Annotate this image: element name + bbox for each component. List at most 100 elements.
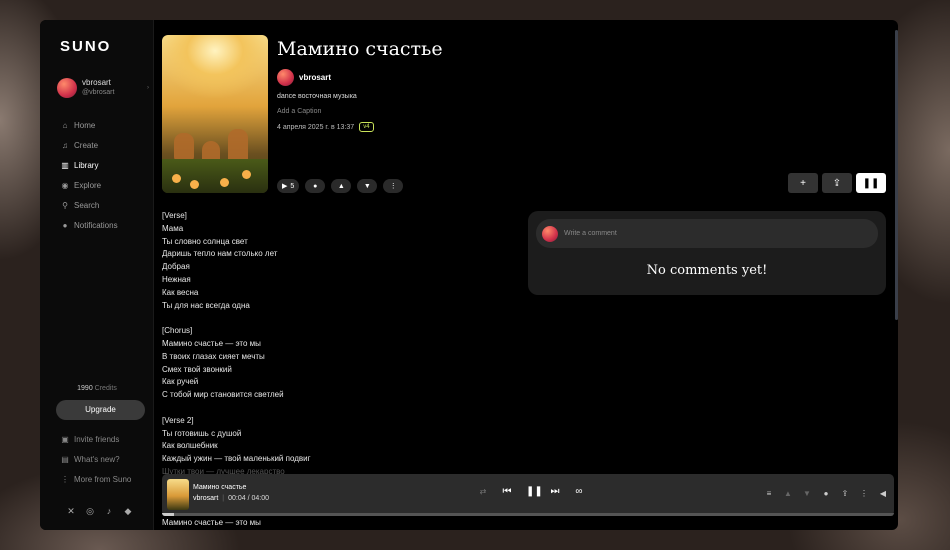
- sidebar-item-label: Create: [74, 140, 99, 150]
- more-vertical-icon: ⋮: [61, 474, 69, 484]
- queue-icon[interactable]: ≡: [764, 489, 774, 498]
- more-from-suno-link[interactable]: ⋮ More from Suno: [60, 469, 131, 489]
- cover-detail: [242, 170, 251, 179]
- divider: |: [222, 495, 225, 502]
- library-icon: ▥: [61, 160, 69, 170]
- pause-icon[interactable]: ❚❚: [526, 486, 543, 497]
- comment-icon[interactable]: ●: [821, 489, 831, 498]
- user-handle: @vbrosart: [82, 89, 115, 96]
- share-icon[interactable]: ⇪: [840, 489, 850, 498]
- lyric-line: [162, 402, 462, 415]
- home-icon: ⌂: [62, 120, 68, 130]
- cover-detail: [172, 174, 181, 183]
- pause-button[interactable]: ❚❚: [856, 173, 886, 193]
- sidebar-item-label: More from Suno: [74, 474, 132, 484]
- previous-track-icon[interactable]: ⏮: [502, 486, 512, 497]
- sidebar-item-search[interactable]: ⚲ Search: [60, 195, 118, 215]
- lyric-line: Ты словно солнца свет: [162, 236, 248, 246]
- song-cover-image[interactable]: [162, 35, 268, 193]
- player-artist[interactable]: vbrosart: [193, 495, 218, 502]
- repeat-icon[interactable]: ∞: [574, 486, 584, 497]
- add-to-playlist-button[interactable]: +: [788, 173, 818, 193]
- upgrade-button[interactable]: Upgrade: [56, 400, 145, 420]
- artist-name: vbrosart: [299, 73, 332, 82]
- invite-friends-link[interactable]: ▣ Invite friends: [60, 429, 131, 449]
- sidebar-item-create[interactable]: ♫ Create: [60, 135, 118, 155]
- lyric-line: Мамино счастье — это мы: [162, 518, 261, 527]
- lyric-line: [162, 312, 462, 325]
- artist-link[interactable]: vbrosart: [277, 69, 331, 86]
- credits-label: Credits: [94, 385, 117, 392]
- bell-icon: ●: [62, 220, 68, 230]
- search-icon: ⚲: [62, 200, 68, 210]
- lyric-line: Мамино счастье — это мы: [162, 338, 261, 348]
- progress-bar[interactable]: [162, 513, 894, 516]
- no-comments-message: No comments yet!: [646, 263, 768, 278]
- lyric-line: Добрая: [162, 262, 190, 272]
- more-options-button[interactable]: ⋮: [383, 179, 404, 193]
- song-style-tags[interactable]: dance восточная музыка: [277, 93, 357, 100]
- lyric-line: [Chorus]: [162, 326, 193, 336]
- suno-logo[interactable]: SUNO: [60, 38, 111, 55]
- progress-fill: [162, 513, 175, 516]
- scrollbar[interactable]: [895, 30, 898, 320]
- share-button[interactable]: ⇪: [822, 173, 852, 193]
- thumbs-up-icon[interactable]: ▲: [783, 489, 793, 498]
- instagram-icon[interactable]: ◎: [85, 506, 95, 516]
- lyric-line: В твоих глазах сияет мечты: [162, 351, 265, 361]
- sidebar-item-home[interactable]: ⌂ Home: [60, 115, 118, 135]
- user-menu[interactable]: vbrosart @vbrosart ›: [57, 78, 149, 98]
- sidebar-item-label: Explore: [74, 180, 102, 190]
- song-meta: 4 апреля 2025 г. в 13:37 v4: [277, 122, 374, 132]
- player-song-title[interactable]: Мамино счастье: [193, 484, 246, 491]
- secondary-nav: ▣ Invite friends ▤ What's new? ⋮ More fr…: [60, 429, 131, 489]
- sidebar-item-label: What's new?: [74, 454, 120, 464]
- like-button[interactable]: ▲: [331, 179, 352, 193]
- cover-detail: [174, 133, 194, 161]
- sidebar-item-notifications[interactable]: ● Notifications: [60, 215, 118, 235]
- discord-icon[interactable]: ◆: [123, 506, 133, 516]
- social-links: ✕ ◎ ♪ ◆: [66, 506, 133, 516]
- sidebar-item-label: Home: [74, 120, 96, 130]
- sidebar: SUNO vbrosart @vbrosart › ⌂ Home ♫ Creat…: [40, 20, 154, 530]
- tiktok-icon[interactable]: ♪: [104, 506, 114, 516]
- player-subtitle: vbrosart | 00:04 / 04:00: [193, 495, 269, 502]
- more-vertical-icon[interactable]: ⋮: [859, 489, 869, 498]
- lyric-line: Как волшебник: [162, 441, 218, 451]
- player-actions: ≡ ▲ ▼ ● ⇪ ⋮ ◀: [764, 489, 888, 498]
- volume-icon[interactable]: ◀: [878, 489, 888, 498]
- user-name: vbrosart: [82, 78, 111, 87]
- playback-controls: ⇄ ⏮ ❚❚ ⏭ ∞: [478, 486, 584, 497]
- thumbs-down-icon[interactable]: ▼: [802, 489, 812, 498]
- x-icon[interactable]: ✕: [66, 506, 76, 516]
- main-nav: ⌂ Home ♫ Create ▥ Library ◉ Explore ⚲ Se…: [60, 115, 118, 235]
- song-toolbar: + ⇪ ❚❚: [788, 173, 886, 193]
- song-title: Мамино счастье: [277, 38, 443, 60]
- lyric-line: Как ручей: [162, 377, 199, 387]
- lyric-line: Мама: [162, 223, 184, 233]
- sidebar-item-label: Search: [74, 200, 100, 210]
- sidebar-item-explore[interactable]: ◉ Explore: [60, 175, 118, 195]
- whats-new-link[interactable]: ▤ What's new?: [60, 449, 131, 469]
- player-cover-image[interactable]: [167, 479, 189, 510]
- app-window: SUNO vbrosart @vbrosart › ⌂ Home ♫ Creat…: [40, 20, 898, 530]
- chevron-icon: ›: [147, 85, 149, 91]
- sidebar-item-library[interactable]: ▥ Library: [60, 155, 118, 175]
- comment-button[interactable]: ●: [305, 179, 326, 193]
- sidebar-item-label: Notifications: [74, 220, 118, 230]
- more-vertical-icon: ⋮: [389, 183, 397, 190]
- next-track-icon[interactable]: ⏭: [550, 486, 560, 497]
- lyric-line: Ты готовишь с душой: [162, 428, 242, 438]
- avatar: [277, 69, 294, 86]
- avatar: [542, 225, 558, 242]
- comment-input[interactable]: Write a comment: [536, 219, 878, 248]
- thumbs-down-icon: ▼: [363, 182, 371, 190]
- play-count-button[interactable]: ▶ 5: [277, 179, 300, 193]
- dislike-button[interactable]: ▼: [357, 179, 378, 193]
- lyric-line: Даришь тепло нам столько лет: [162, 249, 278, 259]
- shuffle-icon[interactable]: ⇄: [478, 487, 488, 496]
- lyric-line: Ты для нас всегда одна: [162, 300, 250, 310]
- pause-icon: ❚❚: [862, 177, 880, 189]
- add-caption-link[interactable]: Add a Caption: [277, 108, 321, 115]
- lyric-line: Смех твой звонкий: [162, 364, 232, 374]
